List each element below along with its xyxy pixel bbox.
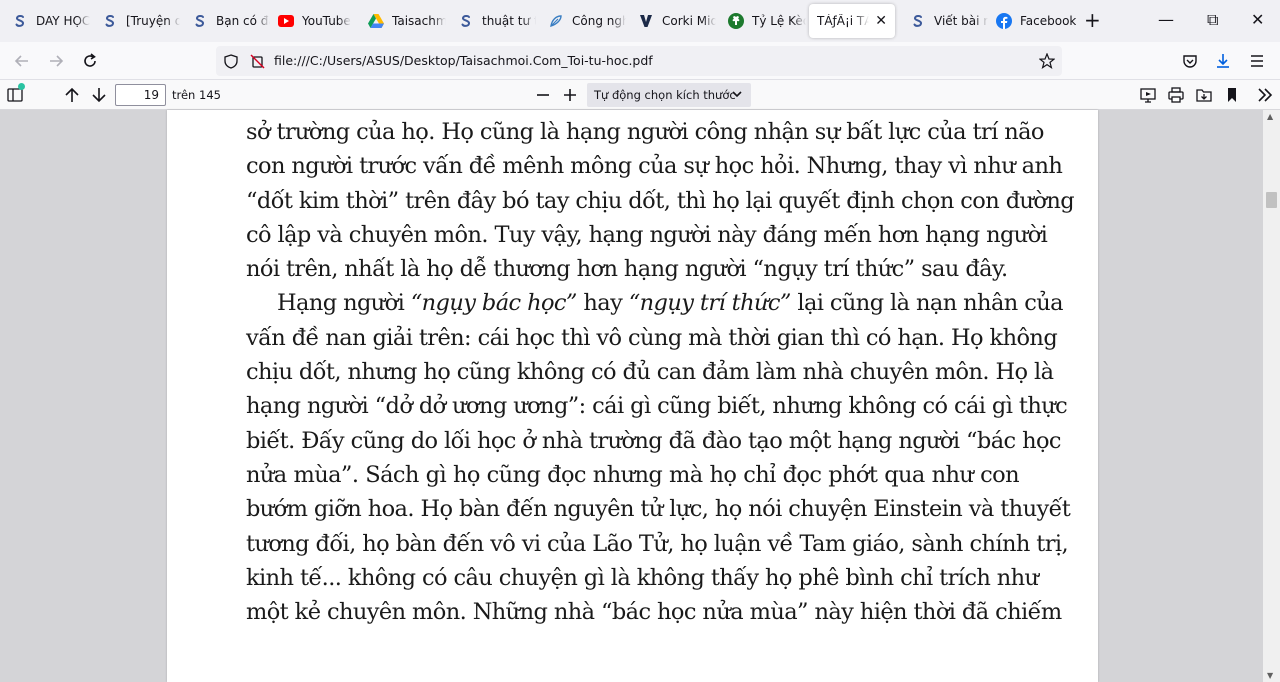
zoom-select[interactable]: Tự động chọn kích thước [587, 83, 751, 107]
chevron-down-icon [732, 83, 742, 107]
pdf-viewer[interactable]: sở trường của họ. Họ cũng là hạng người … [0, 110, 1280, 682]
url-text[interactable]: file:///C:/Users/ASUS/Desktop/Taisachmoi… [274, 53, 653, 68]
text-line: chịu dốt, nhưng họ cũng không có đủ can … [246, 359, 1054, 386]
tab-viet-bai-moi[interactable]: Viết bài mới [898, 4, 988, 38]
close-tab-icon[interactable]: ✕ [875, 13, 887, 29]
feather-icon [548, 13, 564, 29]
tab-facebook[interactable]: Facebook [984, 4, 1078, 38]
maximize-button[interactable]: ⧉ [1207, 10, 1218, 30]
text-line: hạng người “dở dở ương ương”: cái gì cũn… [246, 393, 1068, 420]
scroll-down-icon[interactable]: ▼ [1267, 671, 1273, 680]
insecure-page-icon[interactable] [248, 52, 266, 70]
tab-ty-le-keo[interactable]: Tỷ Lệ Kèo [716, 4, 806, 38]
text-line: bướm giỡn hoa. Họ bàn đến nguyên tử lực,… [246, 496, 1071, 523]
text-line: Hạng người “ngụy bác học” hay “ngụy trí … [246, 286, 1064, 320]
new-tab-button[interactable]: + [1084, 10, 1101, 30]
reload-icon[interactable] [79, 50, 101, 72]
close-window-button[interactable]: ✕ [1251, 10, 1264, 30]
text-run: lại cũng là nạn nhân của [790, 290, 1063, 317]
text-line: vấn đề nan giải trên: cái học thì vô cùn… [246, 324, 1058, 351]
presentation-mode-icon[interactable] [1137, 84, 1159, 106]
tab-cong-nghe[interactable]: Công nghệ [536, 4, 626, 38]
s-logo-icon [102, 13, 118, 29]
text-line: nói trên, nhất là họ dễ thương hơn hạng … [246, 256, 1008, 283]
scrollbar-thumb[interactable] [1266, 192, 1277, 208]
bookmark-icon[interactable] [1221, 84, 1243, 106]
text-line: “dốt kim thời” trên đây bó tay chịu dốt,… [246, 187, 1075, 214]
google-drive-icon [368, 13, 384, 29]
s-logo-icon [910, 13, 926, 29]
url-bar[interactable]: file:///C:/Users/ASUS/Desktop/Taisachmoi… [216, 46, 1062, 76]
tab-active-pdf[interactable]: TẢƒÂ¡i TẢƒÂ¡i ✕ [809, 4, 895, 38]
tab-label: Facebook [1020, 14, 1077, 28]
tab-corki-mid[interactable]: Corki Mid [626, 4, 716, 38]
text-line: kinh tế... không có câu chuyện gì là khô… [246, 564, 1039, 591]
italic-term: “ngụy trí thức” [628, 290, 792, 317]
minimize-button[interactable]: — [1158, 10, 1174, 30]
zoom-out-icon[interactable] [532, 84, 554, 106]
menu-icon[interactable] [1246, 50, 1268, 72]
tab-youtube[interactable]: YouTube [266, 4, 356, 38]
page-text: sở trường của họ. Họ cũng là hạng người … [246, 115, 1075, 629]
tab-taisachmoi[interactable]: Taisachmoi [356, 4, 446, 38]
tab-label: Công nghệ [572, 14, 626, 28]
tab-label: [Truyện dài] [126, 14, 180, 28]
text-line: sở trường của họ. Họ cũng là hạng người … [246, 119, 1044, 145]
text-run: Hạng người [277, 290, 411, 317]
pocket-icon[interactable] [1179, 50, 1201, 72]
shamrock-icon [728, 13, 744, 29]
downloads-icon[interactable] [1212, 50, 1234, 72]
tab-label: thuật tư tưởng [482, 14, 536, 28]
page-count-label: trên 145 [172, 88, 221, 102]
shield-icon[interactable] [222, 52, 240, 70]
pdf-page: sở trường của họ. Họ cũng là hạng người … [167, 110, 1098, 682]
youtube-icon [278, 13, 294, 29]
text-run: hay [576, 290, 629, 317]
tab-ban-co-dang[interactable]: Bạn có đang [180, 4, 270, 38]
tab-label: Bạn có đang [216, 14, 270, 28]
save-icon[interactable] [1193, 84, 1215, 106]
page-number-input[interactable]: 19 [115, 84, 166, 106]
pdf-toolbar: 19 trên 145 Tự động chọn kích thước [0, 80, 1280, 110]
next-page-icon[interactable] [88, 84, 110, 106]
navigation-bar: file:///C:/Users/ASUS/Desktop/Taisachmoi… [0, 42, 1280, 80]
v-logo-icon [638, 13, 654, 29]
tools-menu-icon[interactable] [1254, 84, 1276, 106]
tab-label: Viết bài mới [934, 14, 988, 28]
tab-thuat-tu-tuong[interactable]: thuật tư tưởng [446, 4, 536, 38]
zoom-select-label: Tự động chọn kích thước [594, 88, 736, 102]
previous-page-icon[interactable] [61, 84, 83, 106]
forward-arrow-icon[interactable] [45, 50, 67, 72]
italic-term: “ngụy bác học” [410, 290, 578, 317]
tab-day-hoc[interactable]: DAY HỌC [0, 4, 90, 38]
s-logo-icon [458, 13, 474, 29]
vertical-scrollbar[interactable]: ▲ ▼ [1263, 110, 1280, 682]
text-line: nửa mùa”. Sách gì họ cũng đọc nhưng mà h… [246, 461, 1020, 488]
tab-label: TẢƒÂ¡i TẢƒÂ¡i [817, 14, 869, 28]
s-logo-icon [12, 13, 28, 29]
tab-label: Taisachmoi [392, 14, 446, 28]
text-line: một kẻ chuyên môn. Những nhà “bác học nử… [246, 599, 1062, 626]
text-line: tương đối, họ bàn đến vô vi của Lão Tử, … [246, 530, 1069, 557]
zoom-in-icon[interactable] [559, 84, 581, 106]
notification-dot-icon [18, 83, 25, 90]
bookmark-star-icon[interactable] [1038, 52, 1056, 70]
facebook-icon [996, 13, 1012, 29]
text-line: cô lập và chuyên môn. Tuy vậy, hạng ngườ… [246, 221, 1048, 248]
tab-label: Corki Mid [662, 14, 716, 28]
print-icon[interactable] [1165, 84, 1187, 106]
tab-label: Tỷ Lệ Kèo [752, 14, 806, 28]
text-line: con người trước vấn đề mênh mông của sự … [246, 153, 1063, 180]
s-logo-icon [192, 13, 208, 29]
tab-strip: DAY HỌC [Truyện dài] Bạn có đang YouTube… [0, 0, 1280, 42]
scroll-up-icon[interactable]: ▲ [1267, 112, 1273, 121]
back-arrow-icon[interactable] [11, 50, 33, 72]
tab-truyen-dai[interactable]: [Truyện dài] [90, 4, 180, 38]
tab-label: DAY HỌC [36, 14, 90, 28]
tab-label: YouTube [302, 14, 351, 28]
text-line: biết. Đấy cũng do lối học ở nhà trường đ… [246, 427, 1062, 454]
